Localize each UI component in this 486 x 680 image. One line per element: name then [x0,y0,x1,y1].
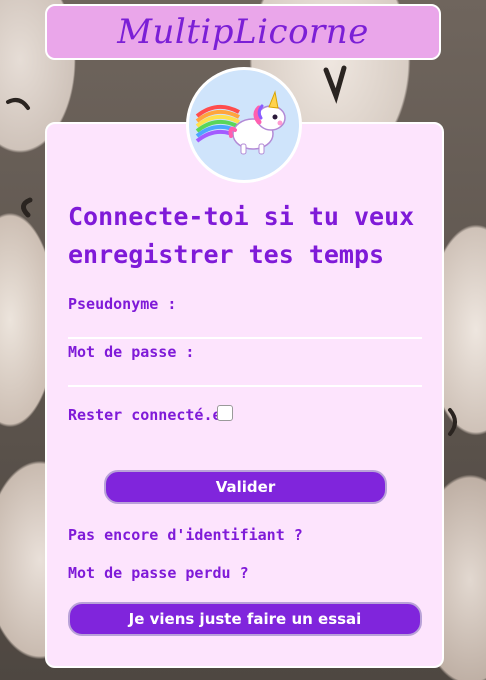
doodle-mark-3 [6,98,30,110]
forgot-password-link[interactable]: Mot de passe perdu ? [68,564,249,582]
password-label: Mot de passe : [68,343,195,361]
avatar [186,67,302,183]
login-heading: Connecte-toi si tu veux enregistrer tes … [68,202,415,269]
username-label: Pseudonyme : [68,295,177,313]
password-input[interactable] [68,362,422,384]
trial-button[interactable]: Je viens juste faire un essai [68,602,422,636]
submit-button[interactable]: Valider [104,470,387,504]
no-account-link[interactable]: Pas encore d'identifiant ? [68,526,303,544]
app-title: MultipLicorne [117,12,369,52]
remember-label: Rester connecté.e [68,406,222,424]
doodle-mark-1 [323,65,347,104]
app-header: MultipLicorne [45,4,441,60]
doodle-mark-4 [448,408,457,436]
password-underline [68,385,422,387]
username-underline [68,337,422,339]
doodle-mark-2 [21,197,33,218]
username-input[interactable] [68,314,422,336]
unicorn-icon [195,90,286,155]
remember-checkbox[interactable] [217,405,233,421]
